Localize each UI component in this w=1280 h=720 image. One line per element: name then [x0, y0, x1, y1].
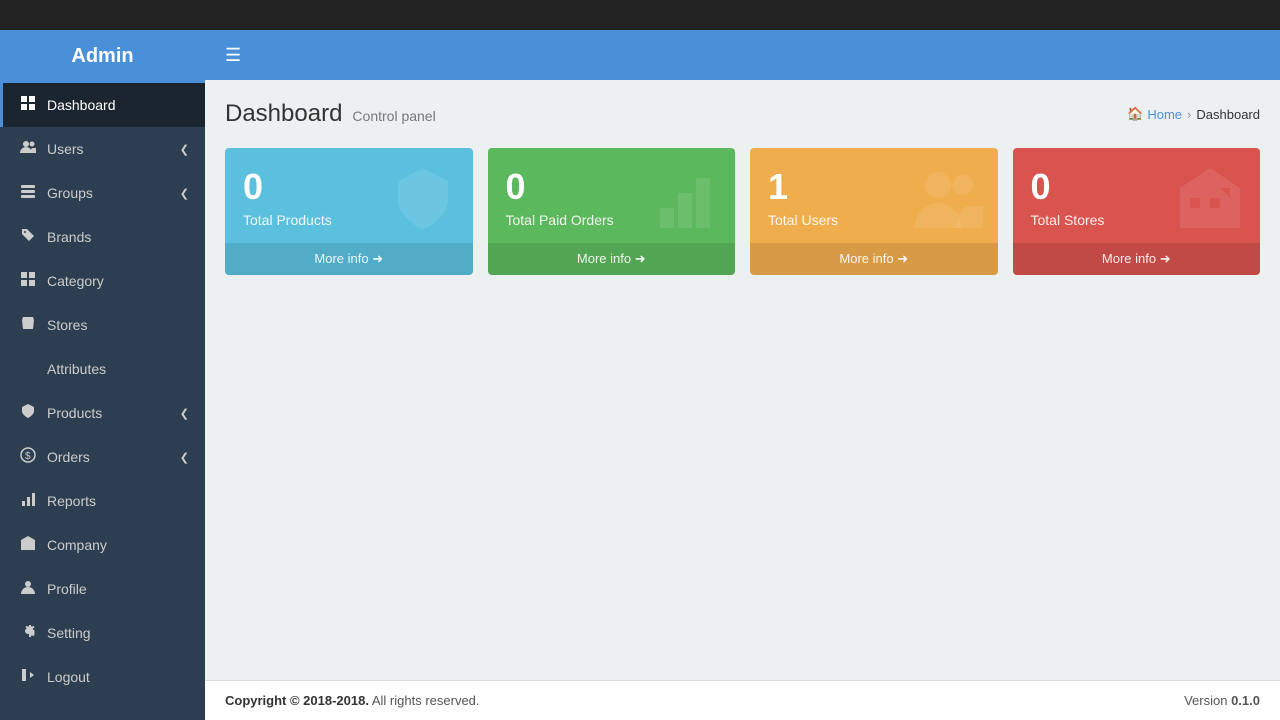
page-title-area: Dashboard Control panel: [225, 100, 436, 128]
sidebar-item-company[interactable]: Company: [0, 523, 205, 567]
setting-icon: [19, 623, 37, 643]
brand-name: Admin: [71, 45, 133, 67]
stat-card-total-stores: 0 Total Stores More info ➜: [1013, 148, 1261, 275]
stat-icon-total-paid-orders: [650, 163, 720, 247]
more-info-text-total-products: More info ➜: [314, 251, 383, 267]
sidebar-label-groups: Groups: [47, 185, 93, 201]
products-icon: [19, 403, 37, 423]
sidebar-label-attributes: Attributes: [47, 361, 106, 377]
stat-more-info-total-users[interactable]: More info ➜: [750, 243, 998, 275]
sidebar-label-dashboard: Dashboard: [47, 97, 116, 113]
page-footer: Copyright © 2018-2018. All rights reserv…: [205, 680, 1280, 720]
hamburger-icon[interactable]: ☰: [225, 45, 241, 66]
more-info-text-total-stores: More info ➜: [1102, 251, 1171, 267]
page-header: Dashboard Control panel 🏠 Home › Dashboa…: [225, 100, 1260, 128]
version-number: 0.1.0: [1231, 693, 1260, 708]
version-label: Version: [1184, 693, 1227, 708]
users-icon: [19, 139, 37, 159]
stat-icon-total-stores: [1175, 163, 1245, 247]
sidebar-item-logout[interactable]: Logout: [0, 655, 205, 699]
sidebar-item-category[interactable]: Category: [0, 259, 205, 303]
sidebar-label-orders: Orders: [47, 449, 90, 465]
sidebar-label-products: Products: [47, 405, 102, 421]
more-info-text-total-users: More info ➜: [839, 251, 908, 267]
top-navigation: ☰: [205, 30, 1280, 80]
footer-copyright: Copyright © 2018-2018. All rights reserv…: [225, 693, 480, 708]
sidebar-label-profile: Profile: [47, 581, 87, 597]
arrow-icon-groups: ❮: [180, 187, 189, 200]
rights-text: All rights reserved.: [372, 693, 480, 708]
sidebar: Admin Dashboard Users ❮ Groups ❮ Brands …: [0, 30, 205, 720]
page-subtitle: Control panel: [352, 108, 435, 124]
brands-icon: [19, 227, 37, 247]
stat-card-total-users: 1 Total Users More info ➜: [750, 148, 998, 275]
more-info-text-total-paid-orders: More info ➜: [577, 251, 646, 267]
stats-grid: 0 Total Products More info ➜ 0 Total Pai…: [225, 148, 1260, 275]
sidebar-item-brands[interactable]: Brands: [0, 215, 205, 259]
breadcrumb-home[interactable]: 🏠 Home: [1127, 106, 1182, 122]
copyright-text: Copyright © 2018-2018.: [225, 693, 369, 708]
dashboard-icon: [19, 95, 37, 115]
page-content-area: Dashboard Control panel 🏠 Home › Dashboa…: [205, 80, 1280, 680]
breadcrumb-separator: ›: [1187, 107, 1191, 122]
arrow-icon-orders: ❮: [180, 451, 189, 464]
sidebar-item-users[interactable]: Users ❮: [0, 127, 205, 171]
sidebar-label-stores: Stores: [47, 317, 87, 333]
sidebar-item-dashboard[interactable]: Dashboard: [0, 83, 205, 127]
breadcrumb-current: Dashboard: [1196, 107, 1260, 122]
main-content: ☰ Dashboard Control panel 🏠 Home › Dashb…: [205, 30, 1280, 720]
page-title: Dashboard: [225, 100, 342, 128]
sidebar-label-category: Category: [47, 273, 104, 289]
sidebar-item-profile[interactable]: Profile: [0, 567, 205, 611]
sidebar-label-logout: Logout: [47, 669, 90, 685]
attributes-icon: [19, 359, 37, 379]
stat-more-info-total-paid-orders[interactable]: More info ➜: [488, 243, 736, 275]
sidebar-item-stores[interactable]: Stores: [0, 303, 205, 347]
sidebar-brand: Admin: [0, 30, 205, 83]
sidebar-label-reports: Reports: [47, 493, 96, 509]
sidebar-item-attributes[interactable]: Attributes: [0, 347, 205, 391]
stat-more-info-total-stores[interactable]: More info ➜: [1013, 243, 1261, 275]
arrow-icon-users: ❮: [180, 143, 189, 156]
company-icon: [19, 535, 37, 555]
sidebar-item-groups[interactable]: Groups ❮: [0, 171, 205, 215]
sidebar-item-orders[interactable]: $ Orders ❮: [0, 435, 205, 479]
stat-icon-total-products: [388, 163, 458, 247]
profile-icon: [19, 579, 37, 599]
home-icon: 🏠: [1127, 106, 1143, 122]
category-icon: [19, 271, 37, 291]
sidebar-label-users: Users: [47, 141, 84, 157]
groups-icon: [19, 183, 37, 203]
svg-text:$: $: [25, 451, 31, 462]
sidebar-item-products[interactable]: Products ❮: [0, 391, 205, 435]
stat-icon-total-users: [913, 163, 983, 247]
stores-icon: [19, 315, 37, 335]
breadcrumb-home-label: Home: [1147, 107, 1182, 122]
stat-card-total-products: 0 Total Products More info ➜: [225, 148, 473, 275]
logout-icon: [19, 667, 37, 687]
reports-icon: [19, 491, 37, 511]
sidebar-label-company: Company: [47, 537, 107, 553]
top-bar: [0, 0, 1280, 30]
sidebar-label-brands: Brands: [47, 229, 91, 245]
breadcrumb: 🏠 Home › Dashboard: [1127, 106, 1260, 122]
sidebar-label-setting: Setting: [47, 625, 91, 641]
sidebar-item-reports[interactable]: Reports: [0, 479, 205, 523]
orders-icon: $: [19, 447, 37, 467]
stat-card-total-paid-orders: 0 Total Paid Orders More info ➜: [488, 148, 736, 275]
sidebar-item-setting[interactable]: Setting: [0, 611, 205, 655]
arrow-icon-products: ❮: [180, 407, 189, 420]
footer-version: Version 0.1.0: [1184, 693, 1260, 708]
sidebar-navigation: Dashboard Users ❮ Groups ❮ Brands Catego…: [0, 83, 205, 720]
stat-more-info-total-products[interactable]: More info ➜: [225, 243, 473, 275]
